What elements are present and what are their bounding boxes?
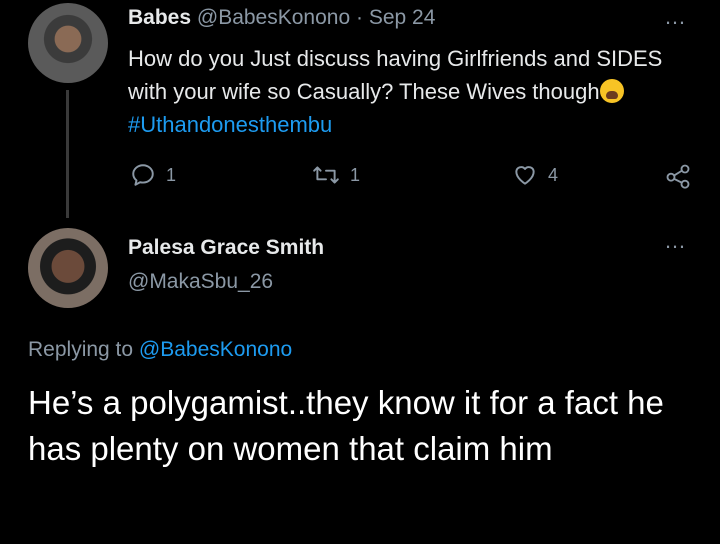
reply-icon xyxy=(132,164,154,186)
tweet-date[interactable]: Sep 24 xyxy=(369,6,436,29)
crying-face-icon xyxy=(599,79,624,103)
reply-action[interactable]: 1 xyxy=(130,162,176,188)
share-action[interactable] xyxy=(664,162,692,195)
heart-icon xyxy=(515,166,535,185)
retweet-icon xyxy=(313,166,339,184)
retweet-action[interactable]: 1 xyxy=(312,162,360,188)
reply-count: 1 xyxy=(166,164,177,185)
author-name[interactable]: Babes xyxy=(128,6,191,29)
avatar[interactable] xyxy=(28,3,108,83)
replying-to-handle[interactable]: @BabesKonono xyxy=(139,338,292,361)
reply-author-handle[interactable]: @MakaSbu_26 xyxy=(128,270,273,294)
reply-author-name[interactable]: Palesa Grace Smith xyxy=(128,236,324,260)
avatar[interactable] xyxy=(28,228,108,308)
retweet-count: 1 xyxy=(350,164,361,185)
hashtag-link[interactable]: #Uthandonesthembu xyxy=(128,112,332,137)
share-icon xyxy=(666,164,690,189)
replying-to: Replying to @BabesKonono xyxy=(28,338,292,362)
like-count: 4 xyxy=(548,164,559,185)
tweet-text-content: How do you Just discuss having Girlfrien… xyxy=(128,46,663,104)
tweet-header: Babes @BabesKonono · Sep 24 xyxy=(128,6,435,30)
tweet-text: How do you Just discuss having Girlfrien… xyxy=(128,42,688,141)
separator: · xyxy=(355,6,363,29)
thread-connector-line xyxy=(66,90,69,218)
more-options-icon[interactable]: … xyxy=(664,228,687,254)
replying-to-label: Replying to xyxy=(28,338,134,361)
more-options-icon[interactable]: … xyxy=(664,4,687,30)
reply-text: He’s a polygamist..they know it for a fa… xyxy=(28,384,664,467)
author-handle[interactable]: @BabesKonono xyxy=(197,6,350,29)
like-action[interactable]: 4 xyxy=(512,162,558,188)
